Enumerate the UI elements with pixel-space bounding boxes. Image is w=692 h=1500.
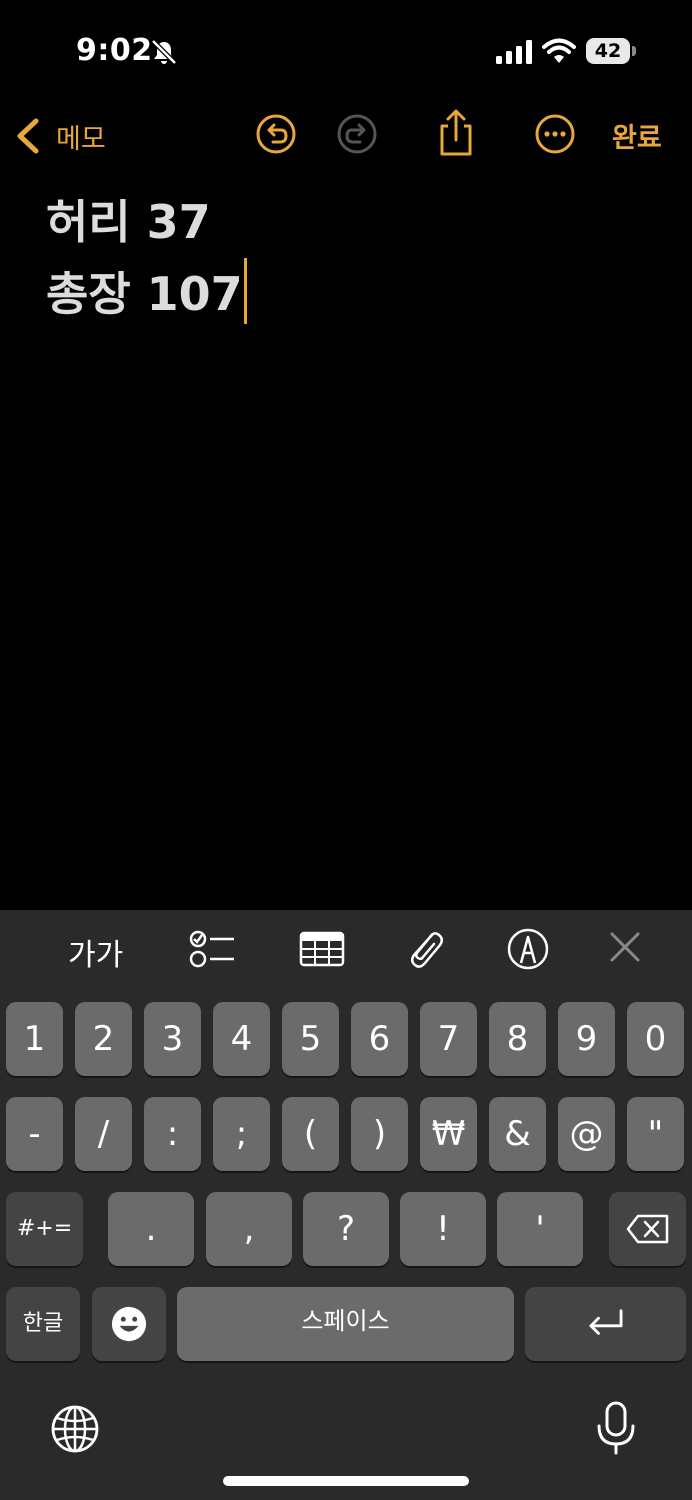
key-3[interactable]: 3 [144,1002,201,1076]
status-time: 9:02 [76,33,153,68]
delete-key[interactable] [609,1192,686,1266]
note-line: 허리 37 [46,186,646,258]
symbols-key[interactable]: #+= [6,1192,83,1266]
space-bar[interactable]: 스페이스 [177,1287,514,1361]
key-apostrophe[interactable]: ' [497,1192,583,1266]
return-key[interactable] [525,1287,686,1361]
chevron-left-icon [17,118,39,154]
format-toolbar: 가가 [0,910,692,988]
key-exclamation[interactable]: ! [400,1192,486,1266]
key-4[interactable]: 4 [213,1002,270,1076]
note-line-text: 총장 107 [46,267,243,321]
note-line-text: 허리 37 [46,195,211,249]
share-icon[interactable] [434,108,478,158]
key-hyphen[interactable]: - [6,1097,63,1171]
battery-indicator: 42 [586,38,636,64]
key-2[interactable]: 2 [75,1002,132,1076]
redo-icon[interactable] [335,112,379,156]
nav-bar: 메모 완료 [0,100,692,170]
key-slash[interactable]: / [75,1097,132,1171]
battery-level: 42 [594,40,622,62]
wifi-icon [542,38,576,63]
table-icon[interactable] [298,927,346,971]
status-bar: 9:02 42 [0,0,692,100]
markup-pen-icon[interactable] [504,927,552,971]
emoji-key[interactable] [92,1287,166,1361]
close-icon[interactable] [602,927,650,971]
text-caret [243,258,247,324]
key-colon[interactable]: : [144,1097,201,1171]
note-line: 총장 107 [46,258,646,330]
text-style-button[interactable]: 가가 [68,930,123,974]
key-5[interactable]: 5 [282,1002,339,1076]
key-open-paren[interactable]: ( [282,1097,339,1171]
back-label: 메모 [56,123,106,155]
key-semicolon[interactable]: ; [213,1097,270,1171]
key-1[interactable]: 1 [6,1002,63,1076]
key-ampersand[interactable]: & [489,1097,546,1171]
key-comma[interactable]: , [206,1192,292,1266]
return-icon [589,1309,622,1335]
key-at[interactable]: @ [558,1097,615,1171]
key-7[interactable]: 7 [420,1002,477,1076]
delete-backspace-icon [626,1214,668,1244]
cellular-signal-icon [496,40,532,64]
done-button[interactable]: 완료 [612,116,662,155]
note-editor[interactable]: 허리 37 총장 107 [46,186,646,330]
home-indicator[interactable] [223,1476,469,1486]
key-0[interactable]: 0 [627,1002,684,1076]
checklist-icon[interactable] [188,927,236,971]
key-9[interactable]: 9 [558,1002,615,1076]
more-options-icon[interactable] [533,112,577,156]
back-button[interactable]: 메모 [14,116,106,156]
key-won[interactable]: ₩ [420,1097,477,1171]
key-question[interactable]: ? [303,1192,389,1266]
key-close-paren[interactable]: ) [351,1097,408,1171]
key-6[interactable]: 6 [351,1002,408,1076]
globe-icon[interactable] [50,1404,100,1454]
bell-slash-icon [151,39,177,65]
key-8[interactable]: 8 [489,1002,546,1076]
key-period[interactable]: . [108,1192,194,1266]
language-key[interactable]: 한글 [6,1287,80,1361]
key-quote[interactable]: " [627,1097,684,1171]
undo-icon[interactable] [254,112,298,156]
emoji-icon [111,1306,147,1342]
microphone-icon[interactable] [594,1400,638,1456]
paperclip-icon[interactable] [402,927,450,971]
